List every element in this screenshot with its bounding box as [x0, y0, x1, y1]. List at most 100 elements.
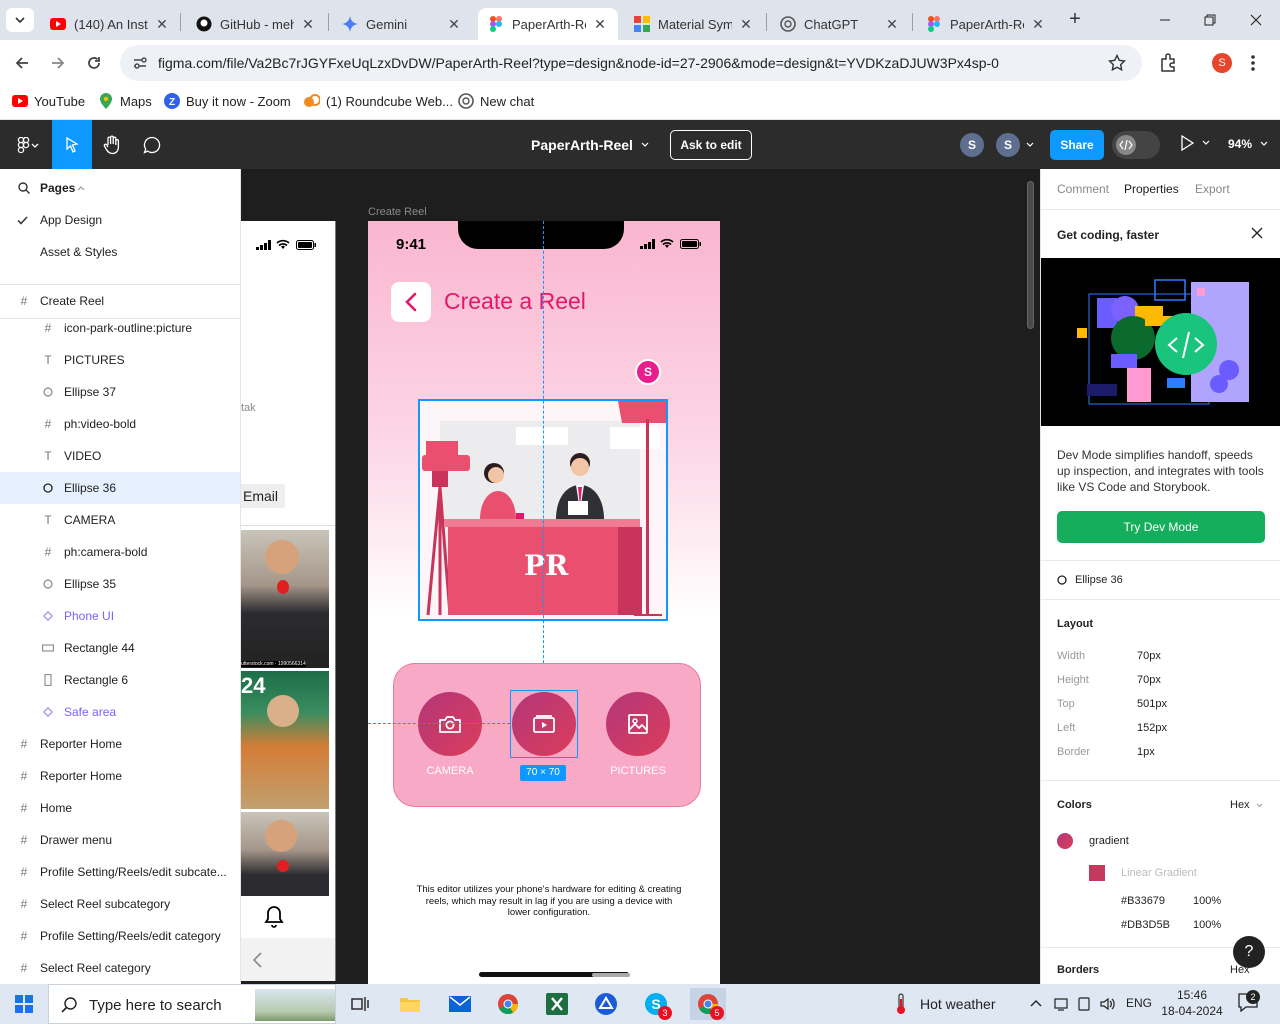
layer-item[interactable]: Ellipse 36: [0, 472, 240, 504]
neighbor-frame[interactable]: tak Email utterstock.com · 1990566314 24: [241, 221, 335, 981]
volume-icon[interactable]: [1099, 996, 1117, 1012]
avatar[interactable]: S: [960, 133, 984, 157]
extensions-icon[interactable]: [1158, 53, 1178, 73]
taskbar-search[interactable]: Type here to search: [48, 984, 336, 1024]
back-button[interactable]: [391, 282, 431, 322]
frame-item[interactable]: # Reporter Home: [0, 760, 240, 792]
app-button[interactable]: [590, 988, 622, 1020]
close-icon[interactable]: ✕: [154, 16, 170, 32]
tab-comment[interactable]: Comment: [1057, 182, 1109, 196]
language-indicator[interactable]: ENG: [1126, 996, 1152, 1010]
layout-value[interactable]: 152px: [1137, 722, 1167, 734]
bookmark-roundcube[interactable]: (1) Roundcube Web...: [304, 93, 453, 109]
layer-item[interactable]: T PICTURES: [0, 344, 240, 376]
frame-item[interactable]: # Profile Setting/Reels/edit subcate...: [0, 856, 240, 888]
layer-item[interactable]: # ph:camera-bold: [0, 536, 240, 568]
page-item[interactable]: Asset & Styles: [0, 236, 240, 268]
email-option[interactable]: Email: [241, 484, 285, 508]
browser-tab[interactable]: Gemini ✕: [332, 8, 472, 40]
frame-label[interactable]: Create Reel: [368, 206, 427, 218]
close-icon[interactable]: ✕: [884, 16, 900, 32]
reel-thumbnail[interactable]: utterstock.com · 1990566314: [241, 530, 329, 668]
design-canvas[interactable]: tak Email utterstock.com · 1990566314 24…: [241, 169, 1040, 984]
main-menu-button[interactable]: [8, 120, 48, 169]
chevron-down-icon[interactable]: [1026, 142, 1034, 148]
layer-item[interactable]: Phone UI: [0, 600, 240, 632]
layer-item[interactable]: T CAMERA: [0, 504, 240, 536]
browser-tab[interactable]: GitHub - meh ✕: [186, 8, 326, 40]
layout-value[interactable]: 70px: [1137, 674, 1161, 686]
close-icon[interactable]: ✕: [738, 16, 754, 32]
chevron-left-icon[interactable]: [253, 952, 262, 968]
layer-item[interactable]: T VIDEO: [0, 440, 240, 472]
chrome-active-button[interactable]: 5: [690, 988, 726, 1020]
excel-button[interactable]: [541, 988, 573, 1020]
frame-item[interactable]: # Select Reel category: [0, 952, 240, 984]
restore-button[interactable]: [1190, 6, 1230, 34]
frame-item[interactable]: # Profile Setting/Reels/edit category: [0, 920, 240, 952]
bookmark-youtube[interactable]: YouTube: [12, 93, 85, 109]
site-info-icon[interactable]: [132, 55, 148, 71]
frame-item[interactable]: # Select Reel subcategory: [0, 888, 240, 920]
gradient-swatch[interactable]: [1057, 833, 1073, 849]
present-button[interactable]: [1180, 135, 1210, 151]
layer-item[interactable]: Rectangle 44: [0, 632, 240, 664]
zoom-menu[interactable]: 94%: [1228, 137, 1268, 151]
menu-kebab-icon[interactable]: [1250, 53, 1256, 73]
url-text[interactable]: figma.com/file/Va2Bc7rJGYFxeUqLzxDvDW/Pa…: [158, 55, 999, 71]
layer-item[interactable]: # ph:video-bold: [0, 408, 240, 440]
close-icon[interactable]: ✕: [300, 16, 316, 32]
layout-value[interactable]: 70px: [1137, 650, 1161, 662]
create-reel-frame[interactable]: 9:41 Create a Reel PR S CAMERA 70 × 70 P…: [368, 221, 720, 984]
chevron-up-icon[interactable]: [1030, 999, 1042, 1007]
weather-widget[interactable]: Hot weather: [896, 993, 995, 1015]
file-explorer-button[interactable]: [394, 988, 426, 1020]
reload-button[interactable]: [82, 51, 106, 75]
notification-center[interactable]: 2: [1238, 990, 1260, 1012]
tab-search-button[interactable]: [6, 8, 34, 32]
color-format-select[interactable]: Hex: [1230, 799, 1263, 811]
page-item[interactable]: App Design: [0, 204, 240, 236]
tab-export[interactable]: Export: [1195, 182, 1230, 196]
hand-tool-button[interactable]: [92, 120, 132, 169]
browser-tab-active[interactable]: PaperArth-Re ✕: [478, 8, 618, 40]
mail-button[interactable]: [444, 988, 476, 1020]
start-button[interactable]: [8, 988, 40, 1020]
browser-tab[interactable]: PaperArth-Re ✕: [916, 8, 1056, 40]
frame-item[interactable]: # Drawer menu: [0, 824, 240, 856]
camera-button[interactable]: [418, 692, 482, 756]
frame-item[interactable]: # Home: [0, 792, 240, 824]
ask-to-edit-button[interactable]: Ask to edit: [670, 130, 752, 160]
close-icon[interactable]: ✕: [1030, 16, 1046, 32]
clock[interactable]: 15:46 18-04-2024: [1160, 987, 1224, 1019]
browser-tab[interactable]: ChatGPT ✕: [770, 8, 910, 40]
layer-item[interactable]: Ellipse 37: [0, 376, 240, 408]
task-view-button[interactable]: [344, 988, 376, 1020]
try-dev-mode-button[interactable]: Try Dev Mode: [1057, 511, 1265, 543]
minimize-button[interactable]: [1145, 6, 1185, 34]
browser-tab[interactable]: Material Syml ✕: [624, 8, 764, 40]
layer-item[interactable]: Safe area: [0, 696, 240, 728]
tab-properties[interactable]: Properties: [1124, 182, 1179, 196]
layout-value[interactable]: 1px: [1137, 746, 1155, 758]
bookmark-zoom[interactable]: Z Buy it now - Zoom: [164, 93, 291, 109]
dev-mode-toggle[interactable]: [1112, 131, 1160, 159]
layout-value[interactable]: 501px: [1137, 698, 1167, 710]
share-button[interactable]: Share: [1050, 130, 1104, 160]
layer-item[interactable]: Rectangle 6: [0, 664, 240, 696]
back-button[interactable]: [10, 51, 34, 75]
pictures-button[interactable]: [606, 692, 670, 756]
skype-button[interactable]: S 3: [640, 988, 672, 1020]
move-tool-button[interactable]: [52, 120, 92, 169]
file-name-menu[interactable]: PaperArth-Reel: [520, 120, 660, 169]
bookmark-new-chat[interactable]: New chat: [458, 93, 534, 109]
layer-item[interactable]: Ellipse 35: [0, 568, 240, 600]
comment-tool-button[interactable]: [132, 120, 172, 169]
avatar[interactable]: S: [996, 133, 1020, 157]
omnibox[interactable]: figma.com/file/Va2Bc7rJGYFxeUqLzxDvDW/Pa…: [120, 45, 1142, 81]
reel-thumbnail[interactable]: [241, 812, 329, 896]
bookmark-maps[interactable]: Maps: [98, 93, 152, 109]
search-icon[interactable]: [17, 181, 31, 195]
layer-item[interactable]: # icon-park-outline:picture: [0, 312, 240, 344]
vertical-scrollbar[interactable]: [1027, 181, 1034, 329]
